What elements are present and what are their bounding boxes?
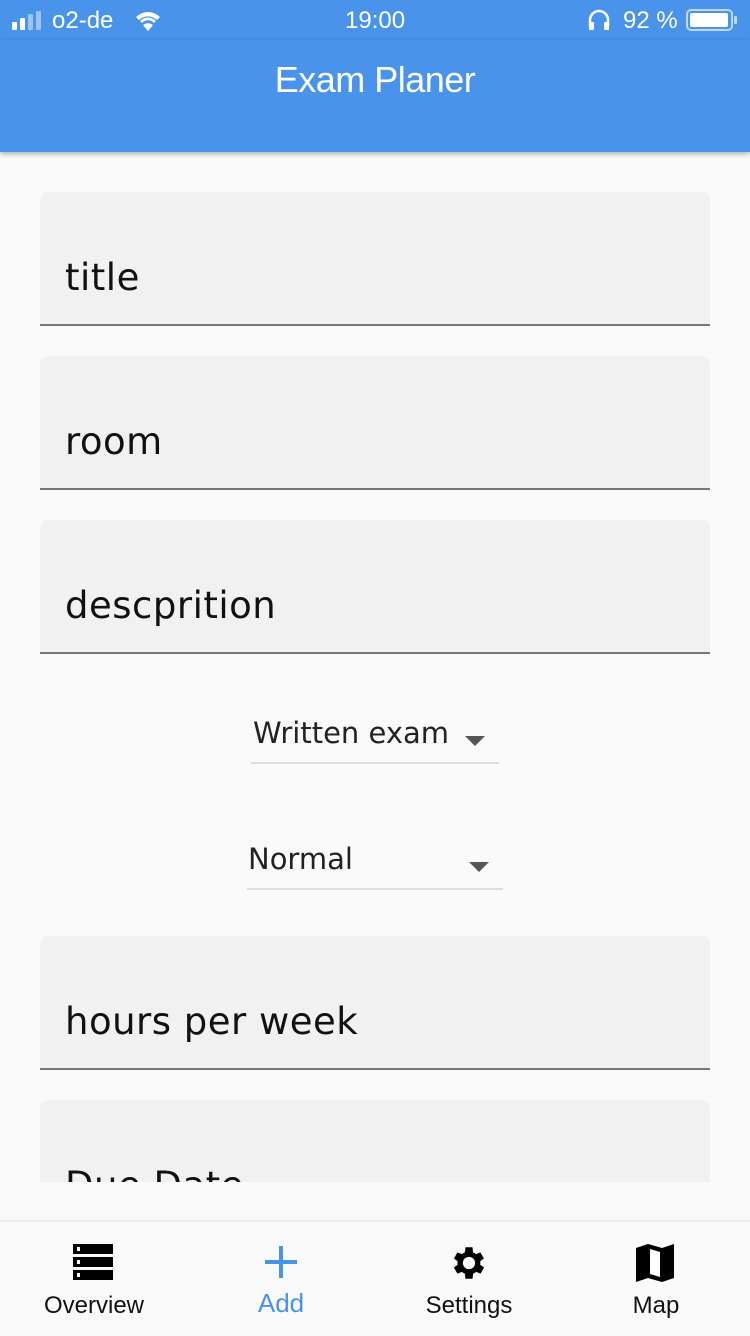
tab-label: Settings: [425, 1292, 513, 1319]
gear-icon: [453, 1247, 485, 1279]
map-icon: [636, 1244, 674, 1282]
tab-add[interactable]: Add: [187, 1222, 375, 1336]
priority-dropdown[interactable]: Normal: [247, 842, 503, 890]
description-input[interactable]: descprition: [40, 520, 710, 654]
priority-value: Normal: [248, 842, 353, 876]
add-exam-form[interactable]: title room descprition Written exam Norm…: [0, 152, 750, 1182]
hours-placeholder: hours per week: [65, 1000, 359, 1043]
tab-label: Overview: [43, 1292, 145, 1319]
due-date-input[interactable]: Due Date: [40, 1100, 710, 1182]
title-input[interactable]: title: [40, 192, 710, 326]
title-placeholder: title: [65, 256, 140, 299]
tab-settings[interactable]: Settings: [375, 1222, 563, 1336]
app-bar: Exam Planer: [0, 40, 750, 152]
hours-per-week-input[interactable]: hours per week: [40, 936, 710, 1070]
description-placeholder: descprition: [65, 584, 277, 627]
room-placeholder: room: [65, 420, 163, 463]
room-input[interactable]: room: [40, 356, 710, 490]
tab-label: Map: [632, 1292, 680, 1319]
dropdown-arrow-icon: [465, 736, 485, 746]
exam-type-dropdown[interactable]: Written exam: [251, 716, 499, 764]
tab-map[interactable]: Map: [562, 1222, 750, 1336]
due-date-placeholder: Due Date: [65, 1164, 244, 1182]
exam-type-value: Written exam: [253, 716, 450, 750]
tab-label: Add: [257, 1288, 305, 1318]
dropdown-arrow-icon: [469, 862, 489, 872]
plus-icon: [265, 1246, 297, 1278]
bottom-navigation: Overview Add Settings Map: [0, 1220, 750, 1334]
tab-overview[interactable]: Overview: [0, 1222, 188, 1336]
list-icon: [73, 1244, 113, 1280]
page-title: Exam Planer: [274, 59, 476, 100]
